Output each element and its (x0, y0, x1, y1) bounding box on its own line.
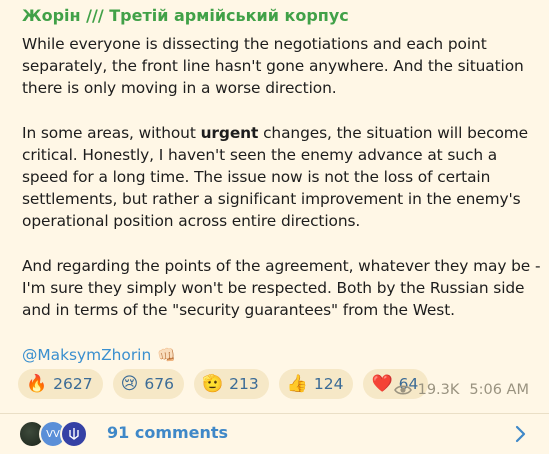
channel-name[interactable]: Жорін /// Третій армійський корпус (22, 6, 349, 25)
emblem-icon (69, 428, 79, 440)
paragraph-2: In some areas, without urgent changes, t… (22, 122, 547, 233)
salute-icon: 🫡 (201, 373, 224, 394)
comments-footer[interactable]: VV 91 comments (0, 414, 549, 454)
bold-word: urgent (200, 123, 259, 142)
reaction-count: 676 (144, 375, 174, 393)
comments-link[interactable]: 91 comments (107, 423, 228, 442)
eye-icon (393, 385, 412, 395)
paragraph-1: While everyone is dissecting the negotia… (22, 35, 524, 98)
chevron-right-icon[interactable] (513, 425, 527, 443)
avatar-initials: VV (46, 428, 60, 440)
fist-emoji-icon: 👊🏻 (157, 346, 176, 364)
reaction-count: 2627 (53, 375, 93, 393)
commenter-avatars: VV (18, 420, 88, 448)
thumbs-up-icon: 👍 (286, 373, 308, 394)
message-bubble: Жорін /// Третій армійський корпус While… (0, 0, 549, 454)
crying-face-icon: 😢 (120, 373, 139, 394)
avatar (60, 420, 88, 448)
reaction-count: 124 (313, 375, 344, 393)
reaction-salute[interactable]: 🫡 213 (193, 369, 269, 399)
paragraph-3: And regarding the points of the agreemen… (22, 256, 541, 320)
reaction-count: 213 (229, 375, 259, 393)
reaction-fire[interactable]: 🔥 2627 (18, 369, 103, 399)
signature-link[interactable]: @MaksymZhorin (22, 344, 151, 366)
paragraph-2-start: In some areas, without (22, 123, 201, 142)
reaction-crying[interactable]: 😢 676 (112, 369, 184, 399)
fire-icon: 🔥 (26, 373, 48, 394)
message-time: 5:06 AM (469, 382, 529, 398)
heart-icon: ❤️ (371, 373, 393, 394)
reaction-thumbs-up[interactable]: 👍 124 (278, 369, 354, 399)
message-text: While everyone is dissecting the negotia… (22, 33, 547, 321)
reactions-bar: 🔥 2627 😢 676 🫡 213 👍 124 ❤️ 64 (18, 369, 429, 399)
signature: @MaksymZhorin 👊🏻 (22, 344, 176, 366)
view-count: 19.3K (417, 382, 460, 398)
message-meta: 19.3K 5:06 AM (393, 382, 529, 398)
